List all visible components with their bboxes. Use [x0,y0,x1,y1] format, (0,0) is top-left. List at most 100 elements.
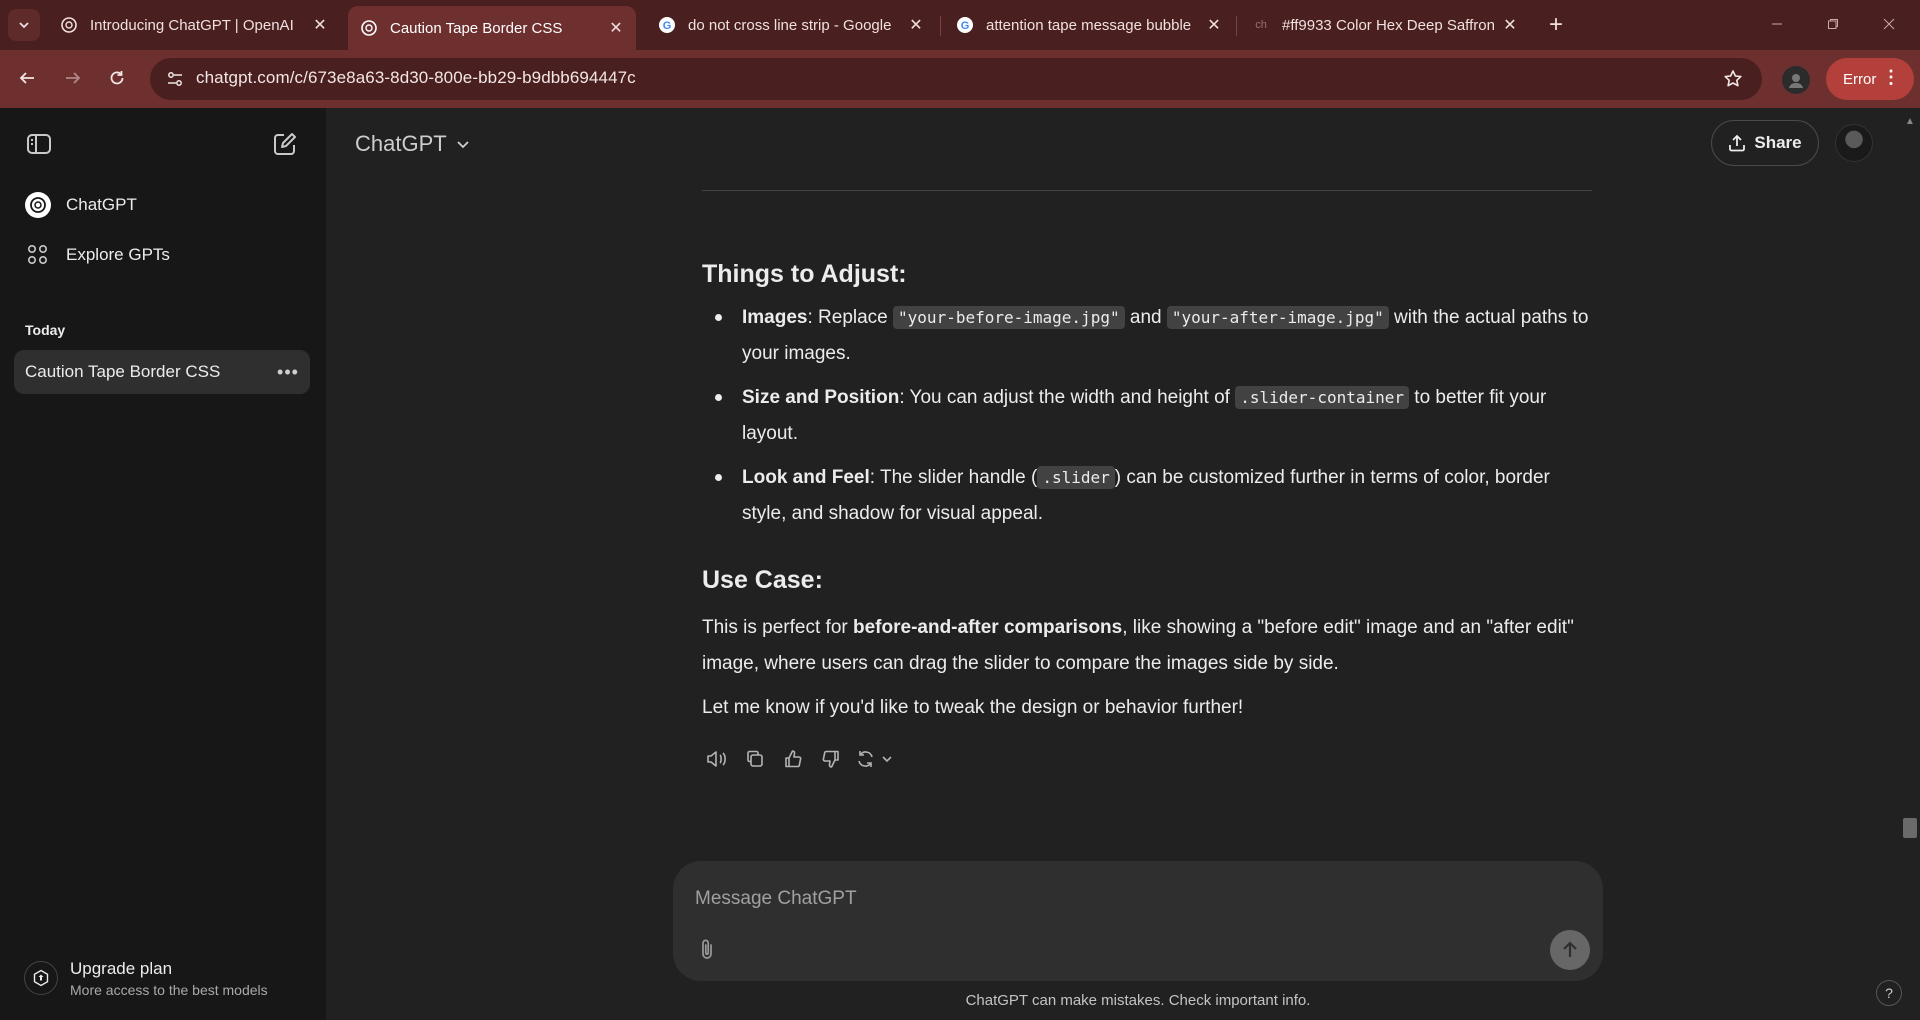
message-input[interactable] [695,881,1555,917]
tab-do-not-cross-line-strip[interactable]: G do not cross line strip - Google ✕ [646,8,936,42]
svg-text:G: G [961,20,970,32]
forward-button[interactable] [56,61,90,95]
tab-title: #ff9933 Color Hex Deep Saffron [1282,16,1494,34]
tab-ff9933-color-hex[interactable]: ch #ff9933 Color Hex Deep Saffron ✕ [1240,8,1530,42]
paragraph-text: This is perfect for [702,617,853,638]
browser-profile-avatar[interactable] [1782,66,1810,94]
bullet-text: : The slider handle ( [869,467,1038,488]
share-label: Share [1754,133,1802,152]
tab-title: Introducing ChatGPT | OpenAI [90,16,294,34]
close-tab-icon[interactable]: ✕ [906,15,926,35]
close-window-icon[interactable] [1866,8,1912,40]
tab-caution-tape-border-css[interactable]: Caution Tape Border CSS ✕ [348,6,636,50]
sidebar-item-label: ChatGPT [66,195,137,214]
send-button[interactable] [1550,930,1590,970]
inline-code: .slider [1037,466,1115,489]
bullet-strong: Images [742,307,808,328]
inline-code: "your-before-image.jpg" [893,306,1125,329]
sidebar-toggle-icon [27,134,51,154]
arrow-up-icon [1563,941,1577,957]
user-avatar[interactable] [1835,124,1873,162]
sidebar-item-explore-gpts[interactable]: Explore GPTs [14,233,310,277]
paperclip-icon[interactable] [692,935,722,965]
adjust-list: Images: Replace "your-before-image.jpg" … [702,300,1592,540]
url-text[interactable]: chatgpt.com/c/673e8a63-8d30-800e-bb29-b9… [196,68,636,88]
minimize-window-icon[interactable] [1754,8,1800,40]
inline-code: "your-after-image.jpg" [1166,306,1389,329]
upgrade-plan-button[interactable]: Upgrade plan More access to the best mod… [14,950,310,1006]
share-icon [1728,134,1746,152]
close-tab-icon[interactable]: ✕ [1204,15,1224,35]
tab-title: attention tape message bubble [986,16,1192,34]
svg-text:G: G [663,20,672,32]
reload-button[interactable] [100,61,134,95]
thumbs-up-icon[interactable] [778,744,808,774]
bullet-text: : Replace [807,307,894,328]
arrow-right-icon [66,72,81,84]
color-hex-icon: ch [1255,19,1267,31]
heading-use-case: Use Case: [702,566,823,594]
conversation-title: Caution Tape Border CSS [25,362,221,381]
section-divider [702,190,1592,191]
openai-icon [360,19,378,37]
copy-icon[interactable] [740,744,770,774]
back-button[interactable] [10,61,44,95]
tab-separator [1236,16,1237,36]
bullet-strong: Look and Feel [742,467,870,488]
sidebar-item-chatgpt[interactable]: ChatGPT [14,183,310,227]
restore-window-icon[interactable] [1810,8,1856,40]
upgrade-subtitle: More access to the best models [70,981,268,998]
bullet-text: and [1124,307,1167,328]
new-tab-button[interactable]: + [1542,12,1570,40]
new-chat-icon [274,133,296,155]
more-vertical-icon: ⋮ [1882,67,1900,87]
tab-title: Caution Tape Border CSS [390,19,563,37]
new-chat-button[interactable] [267,126,303,162]
close-tab-icon[interactable]: ✕ [606,18,626,38]
openai-icon [24,191,52,219]
read-aloud-icon[interactable] [702,744,732,774]
model-selector[interactable]: ChatGPT [355,131,471,157]
google-icon: G [956,16,974,34]
share-button[interactable]: Share [1711,120,1819,166]
closing-paragraph: Let me know if you'd like to tweak the d… [702,697,1244,718]
message-actions [702,744,906,774]
tab-attention-tape-message-bubble[interactable]: G attention tape message bubble ✕ [944,8,1234,42]
sidebar-section-today: Today [25,322,66,338]
thumbs-down-icon[interactable] [816,744,846,774]
heading-things-to-adjust: Things to Adjust: [702,260,907,288]
more-horizontal-icon[interactable]: ••• [276,360,300,384]
conversation-item[interactable]: Caution Tape Border CSS ••• [14,350,310,394]
browser-error-button[interactable]: Error ⋮ [1826,58,1914,100]
inline-code: .slider-container [1235,386,1410,409]
reload-icon [110,71,124,85]
close-tab-icon[interactable]: ✕ [1500,15,1520,35]
tab-introducing-chatgpt[interactable]: Introducing ChatGPT | OpenAI ✕ [48,8,340,42]
toggle-sidebar-button[interactable] [21,126,57,162]
bookmark-star-icon[interactable] [1720,66,1746,92]
site-info-icon[interactable] [162,66,188,92]
grid-icon [24,241,52,269]
use-case-paragraph: This is perfect for before-and-after com… [702,610,1592,682]
error-label: Error [1843,70,1877,88]
tab-title: do not cross line strip - Google [688,16,892,34]
chevron-down-icon [19,22,29,29]
tab-search-button[interactable] [8,9,40,41]
scroll-up-arrow-icon[interactable]: ▲ [1904,116,1916,128]
arrow-left-icon [19,72,34,84]
regenerate-icon[interactable] [854,744,898,774]
upgrade-icon [24,961,58,995]
model-name: ChatGPT [355,131,447,156]
help-button[interactable]: ? [1876,980,1902,1006]
avatar-icon [1789,74,1803,88]
google-icon: G [658,16,676,34]
bullet-strong: Size and Position [742,387,900,408]
paragraph-strong: before-and-after comparisons [853,617,1123,638]
scrollbar-thumb[interactable] [1903,818,1917,838]
list-item: Look and Feel: The slider handle (.slide… [702,460,1592,532]
browser-tab-strip: Introducing ChatGPT | OpenAI ✕ Caution T… [0,0,1920,50]
openai-icon [60,16,78,34]
close-tab-icon[interactable]: ✕ [310,15,330,35]
disclaimer-text: ChatGPT can make mistakes. Check importa… [965,992,1311,1009]
sidebar: ChatGPT Explore GPTs [0,108,326,1020]
